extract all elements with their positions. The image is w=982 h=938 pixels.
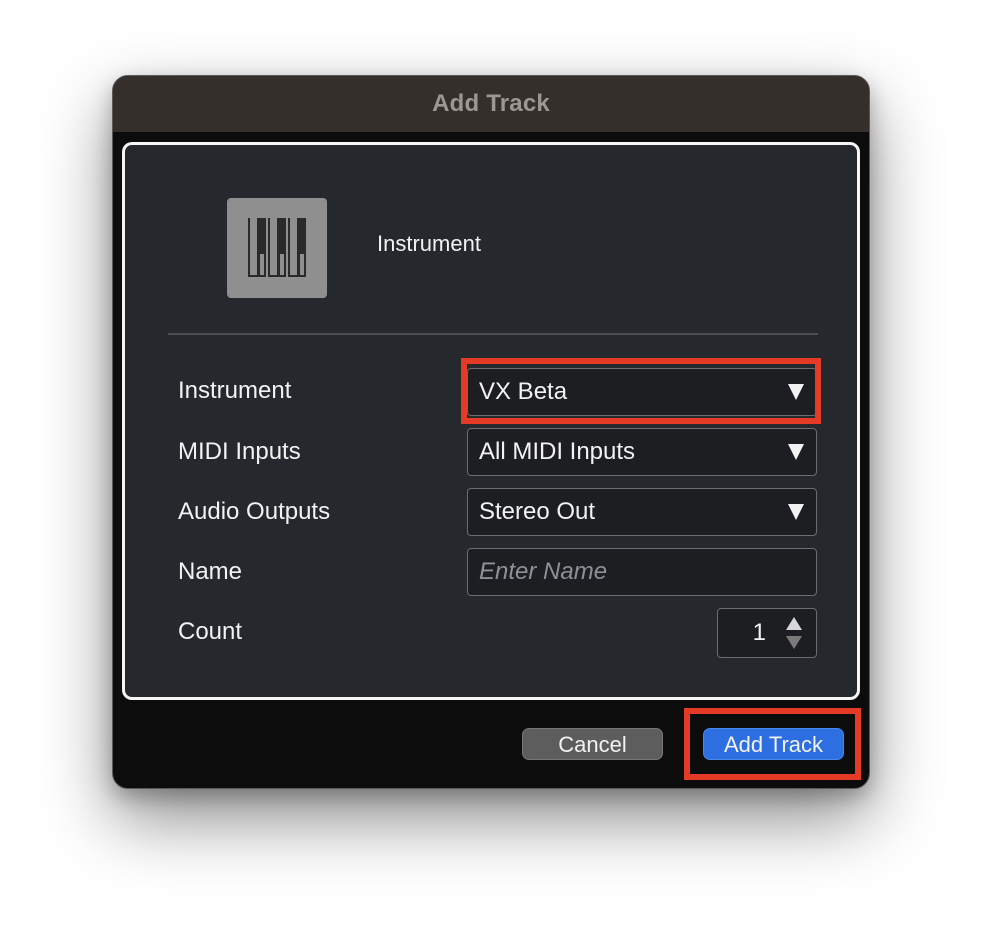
dropdown-arrow-icon xyxy=(788,444,804,460)
instrument-select-value: VX Beta xyxy=(479,378,568,405)
midi-inputs-select-value: All MIDI Inputs xyxy=(479,438,636,465)
track-type-label: Instrument xyxy=(377,231,481,256)
add-track-button[interactable]: Add Track xyxy=(703,728,844,760)
audio-outputs-select-value: Stereo Out xyxy=(479,498,596,525)
instrument-select[interactable]: VX Beta xyxy=(467,368,817,416)
instrument-label: Instrument xyxy=(178,377,292,404)
piano-keys-icon xyxy=(227,198,327,298)
cancel-button[interactable]: Cancel xyxy=(522,728,663,760)
count-stepper[interactable]: 1 xyxy=(717,608,817,658)
name-input[interactable]: Enter Name xyxy=(467,548,817,596)
divider xyxy=(168,333,818,335)
name-input-placeholder: Enter Name xyxy=(479,558,608,585)
dropdown-arrow-icon xyxy=(788,384,804,400)
decrement-arrow-icon[interactable] xyxy=(786,636,802,649)
add-track-dialog: Add Track Instrument Instrument VX Beta … xyxy=(112,75,870,789)
title-bar[interactable]: Add Track xyxy=(113,76,869,132)
midi-inputs-label: MIDI Inputs xyxy=(178,438,301,465)
audio-outputs-select[interactable]: Stereo Out xyxy=(467,488,817,536)
count-value: 1 xyxy=(752,619,766,646)
midi-inputs-select[interactable]: All MIDI Inputs xyxy=(467,428,817,476)
increment-arrow-icon[interactable] xyxy=(786,617,802,630)
audio-outputs-label: Audio Outputs xyxy=(178,498,331,525)
dropdown-arrow-icon xyxy=(788,504,804,520)
dialog-title: Add Track xyxy=(432,90,550,117)
track-settings-panel: Instrument Instrument VX Beta MIDI Input… xyxy=(122,142,860,700)
name-label: Name xyxy=(178,558,243,585)
count-label: Count xyxy=(178,618,243,645)
